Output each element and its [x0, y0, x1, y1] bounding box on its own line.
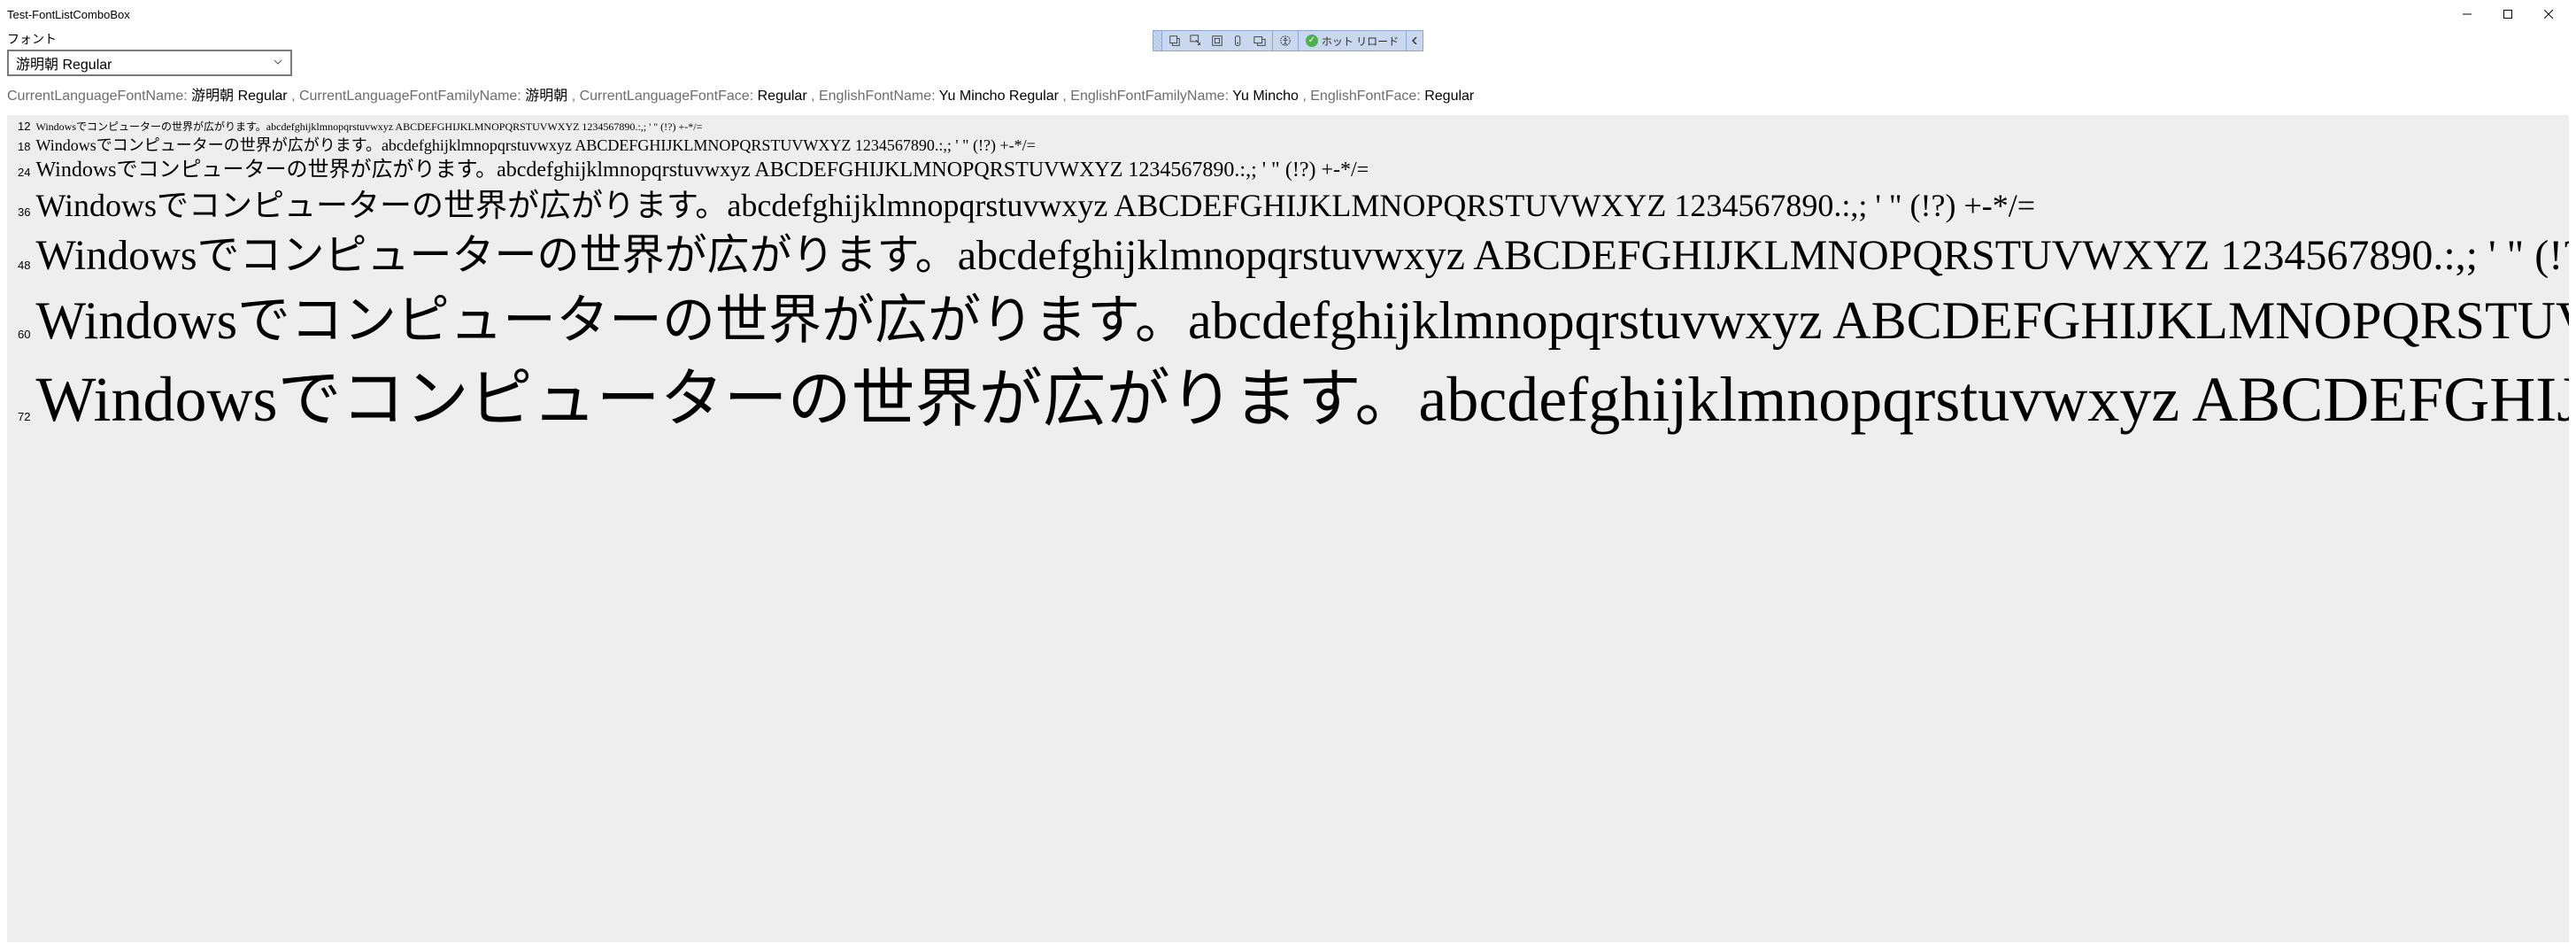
sample-size-label: 72 — [18, 409, 30, 425]
sample-size-label: 12 — [18, 119, 30, 135]
select-element-icon[interactable] — [1185, 31, 1207, 50]
font-combobox-value: 游明朝 Regular — [16, 52, 112, 74]
sample-size-label: 60 — [18, 327, 30, 343]
check-icon: ✓ — [1306, 35, 1318, 47]
lbl-currentlanguagefontface: CurrentLanguageFontFace: — [580, 89, 754, 104]
sample-text: Windowsでコンピューターの世界が広がります。abcdefghijklmno… — [35, 357, 2569, 443]
display-layout-adorners-icon[interactable] — [1207, 31, 1228, 50]
lbl-englishfontname: EnglishFontName: — [819, 89, 936, 104]
close-button[interactable] — [2528, 0, 2569, 28]
sample-text: Windowsでコンピューターの世界が広がります。abcdefghijklmno… — [35, 228, 2569, 285]
sample-row: 48 Windowsでコンピューターの世界が広がります。abcdefghijklm… — [7, 228, 2569, 285]
sample-row: 60 Windowsでコンピューターの世界が広がります。abcdefghijklm… — [7, 285, 2569, 357]
sample-text: Windowsでコンピューターの世界が広がります。abcdefghijklmno… — [35, 120, 702, 134]
scan-accessibility-icon[interactable] — [1275, 31, 1296, 50]
window-controls — [2447, 0, 2569, 28]
sample-row: 18 Windowsでコンピューターの世界が広がります。abcdefghijklm… — [7, 135, 2569, 156]
title-bar: Test-FontListComboBox — [0, 0, 2576, 28]
content-area: フォント 游明朝 Regular CurrentLanguageFontName… — [0, 30, 2576, 942]
window-title: Test-FontListComboBox — [7, 8, 130, 21]
hot-reload-label: ホット リロード — [1322, 34, 1399, 49]
hot-reload-button[interactable]: ✓ ホット リロード — [1300, 34, 1404, 49]
toolbar-grip[interactable] — [1153, 31, 1162, 50]
lbl-currentlanguagefontfamilyname: CurrentLanguageFontFamilyName: — [299, 89, 521, 104]
goto-live-visual-tree-icon[interactable] — [1164, 31, 1185, 50]
track-focused-element-icon[interactable] — [1228, 31, 1249, 50]
val-currentlanguagefontname: 游明朝 Regular — [191, 89, 287, 104]
font-preview-area: 12 Windowsでコンピューターの世界が広がります。abcdefghijklm… — [7, 115, 2569, 942]
maximize-button[interactable] — [2487, 0, 2528, 28]
font-info-row: CurrentLanguageFontName: 游明朝 Regular , C… — [7, 83, 2569, 104]
sample-text: Windowsでコンピューターの世界が広がります。abcdefghijklmno… — [35, 184, 2035, 228]
sample-row: 12 Windowsでコンピューターの世界が広がります。abcdefghijklm… — [7, 119, 2569, 135]
sample-size-label: 24 — [18, 165, 30, 181]
sample-size-label: 18 — [18, 139, 30, 155]
sample-row: 72 Windowsでコンピューターの世界が広がります。abcdefghijklm… — [7, 357, 2569, 443]
sample-size-label: 48 — [18, 258, 30, 274]
lbl-englishfontface: EnglishFontFace: — [1310, 89, 1421, 104]
val-englishfontface: Regular — [1424, 89, 1474, 104]
lbl-englishfontfamilyname: EnglishFontFamilyName: — [1070, 89, 1229, 104]
lbl-currentlanguagefontname: CurrentLanguageFontName: — [7, 89, 188, 104]
val-currentlanguagefontface: Regular — [758, 89, 807, 104]
debug-toolbar[interactable]: ✓ ホット リロード — [1153, 30, 1423, 51]
sample-row: 36 Windowsでコンピューターの世界が広がります。abcdefghijklm… — [7, 184, 2569, 228]
show-hide-runtime-tools-icon[interactable] — [1249, 31, 1270, 50]
collapse-toolbar-button[interactable] — [1407, 31, 1423, 50]
sample-row: 24 Windowsでコンピューターの世界が広がります。abcdefghijklm… — [7, 156, 2569, 184]
font-combobox[interactable]: 游明朝 Regular — [7, 50, 292, 76]
sample-text: Windowsでコンピューターの世界が広がります。abcdefghijklmno… — [35, 135, 1035, 156]
val-englishfontname: Yu Mincho Regular — [939, 89, 1059, 104]
chevron-down-icon — [273, 57, 283, 70]
sample-size-label: 36 — [18, 205, 30, 221]
minimize-button[interactable] — [2447, 0, 2487, 28]
sample-text: Windowsでコンピューターの世界が広がります。abcdefghijklmno… — [35, 156, 1369, 184]
sample-text: Windowsでコンピューターの世界が広がります。abcdefghijklmno… — [35, 285, 2569, 357]
val-currentlanguagefontfamilyname: 游明朝 — [525, 89, 567, 104]
val-englishfontfamilyname: Yu Mincho — [1232, 89, 1299, 104]
